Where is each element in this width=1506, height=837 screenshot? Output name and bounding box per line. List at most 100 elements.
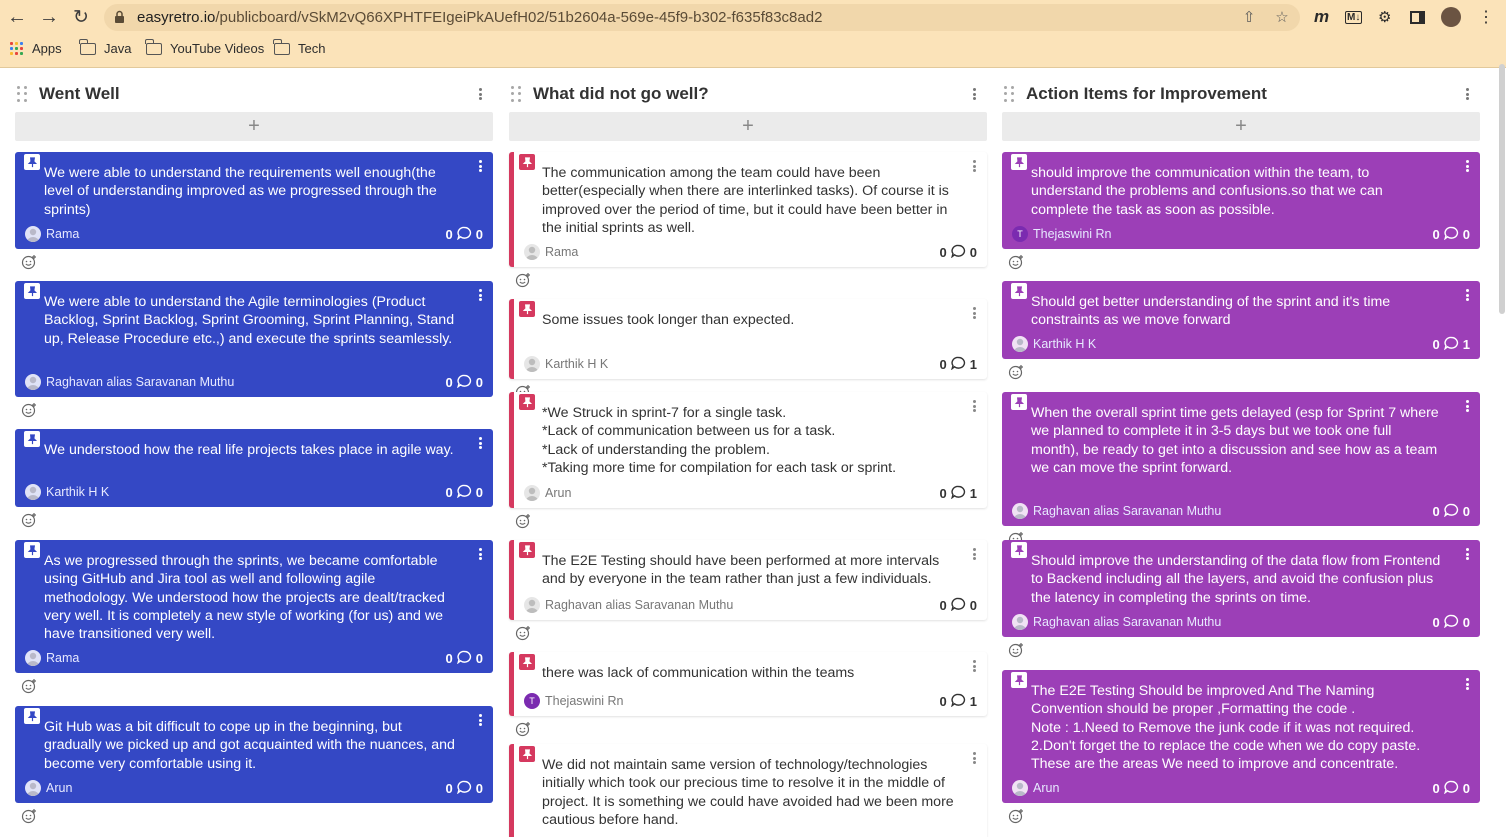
vote-count[interactable]: 0 bbox=[1433, 781, 1440, 796]
comment-bubble-icon[interactable] bbox=[950, 356, 966, 373]
pin-icon[interactable] bbox=[24, 431, 40, 447]
drag-handle-icon[interactable] bbox=[511, 86, 523, 102]
card-menu-icon[interactable] bbox=[969, 305, 979, 321]
card-menu-icon[interactable] bbox=[475, 287, 485, 303]
add-reaction-icon[interactable] bbox=[1008, 364, 1024, 380]
pin-icon[interactable] bbox=[24, 154, 40, 170]
add-reaction-icon[interactable] bbox=[1008, 254, 1024, 270]
vote-count[interactable]: 0 bbox=[940, 245, 947, 260]
drag-handle-icon[interactable] bbox=[17, 86, 29, 102]
comment-bubble-icon[interactable] bbox=[1443, 503, 1459, 520]
vote-count[interactable]: 0 bbox=[446, 485, 453, 500]
vote-count[interactable]: 0 bbox=[446, 651, 453, 666]
vote-count[interactable]: 0 bbox=[940, 598, 947, 613]
add-reaction-icon[interactable] bbox=[515, 272, 531, 288]
bookmark-youtube-videos[interactable]: YouTube Videos bbox=[145, 38, 264, 56]
pin-icon[interactable] bbox=[24, 542, 40, 558]
pin-icon[interactable] bbox=[519, 154, 535, 170]
comment-bubble-icon[interactable] bbox=[456, 226, 472, 243]
pin-icon[interactable] bbox=[1011, 283, 1027, 299]
card-menu-icon[interactable] bbox=[475, 546, 485, 562]
pin-icon[interactable] bbox=[519, 301, 535, 317]
card[interactable]: Git Hub was a bit difficult to cope up i… bbox=[15, 706, 493, 803]
browser-menu-icon[interactable]: ⋮ bbox=[1478, 7, 1494, 27]
pin-icon[interactable] bbox=[519, 542, 535, 558]
pin-icon[interactable] bbox=[24, 708, 40, 724]
vote-count[interactable]: 0 bbox=[1433, 227, 1440, 242]
card[interactable]: We understood how the real life projects… bbox=[15, 429, 493, 507]
add-reaction-icon[interactable] bbox=[21, 808, 37, 824]
add-reaction-icon[interactable] bbox=[515, 625, 531, 641]
comment-bubble-icon[interactable] bbox=[456, 650, 472, 667]
add-reaction-icon[interactable] bbox=[1008, 642, 1024, 658]
comment-bubble-icon[interactable] bbox=[950, 693, 966, 710]
vote-count[interactable]: 0 bbox=[940, 357, 947, 372]
card[interactable]: Should improve the understanding of the … bbox=[1002, 540, 1480, 637]
profile-avatar[interactable] bbox=[1441, 7, 1461, 27]
card[interactable]: should improve the communication within … bbox=[1002, 152, 1480, 249]
vote-count[interactable]: 0 bbox=[940, 486, 947, 501]
card[interactable]: We did not maintain same version of tech… bbox=[509, 744, 987, 837]
add-reaction-icon[interactable] bbox=[21, 402, 37, 418]
comment-bubble-icon[interactable] bbox=[1443, 780, 1459, 797]
card[interactable]: The E2E Testing should have been perform… bbox=[509, 540, 987, 620]
add-card-button[interactable]: + bbox=[15, 112, 493, 141]
add-card-button[interactable]: + bbox=[1002, 112, 1480, 141]
comment-bubble-icon[interactable] bbox=[456, 780, 472, 797]
vote-count[interactable]: 0 bbox=[1433, 504, 1440, 519]
add-reaction-icon[interactable] bbox=[21, 678, 37, 694]
vote-count[interactable]: 0 bbox=[446, 227, 453, 242]
vote-count[interactable]: 0 bbox=[446, 781, 453, 796]
card-menu-icon[interactable] bbox=[1462, 287, 1472, 303]
comment-bubble-icon[interactable] bbox=[456, 374, 472, 391]
comment-bubble-icon[interactable] bbox=[950, 485, 966, 502]
share-icon[interactable]: ⇧ bbox=[1240, 9, 1258, 27]
vote-count[interactable]: 0 bbox=[446, 375, 453, 390]
card[interactable]: When the overall sprint time gets delaye… bbox=[1002, 392, 1480, 526]
vote-count[interactable]: 0 bbox=[1433, 615, 1440, 630]
bookmark-apps[interactable]: Apps bbox=[10, 41, 62, 56]
star-icon[interactable]: ☆ bbox=[1273, 9, 1291, 27]
card-menu-icon[interactable] bbox=[969, 158, 979, 174]
card[interactable]: As we progressed through the sprints, we… bbox=[15, 540, 493, 673]
drag-handle-icon[interactable] bbox=[1004, 86, 1016, 102]
card-menu-icon[interactable] bbox=[969, 546, 979, 562]
card[interactable]: The communication among the team could h… bbox=[509, 152, 987, 267]
pin-icon[interactable] bbox=[1011, 672, 1027, 688]
pin-icon[interactable] bbox=[1011, 542, 1027, 558]
forward-icon[interactable]: → bbox=[38, 6, 60, 28]
pin-icon[interactable] bbox=[1011, 394, 1027, 410]
card[interactable]: *We Struck in sprint-7 for a single task… bbox=[509, 392, 987, 508]
column-menu-icon[interactable] bbox=[475, 86, 485, 102]
card[interactable]: The E2E Testing Should be improved And T… bbox=[1002, 670, 1480, 803]
comment-bubble-icon[interactable] bbox=[950, 244, 966, 261]
card-menu-icon[interactable] bbox=[475, 435, 485, 451]
add-reaction-icon[interactable] bbox=[515, 513, 531, 529]
card-menu-icon[interactable] bbox=[1462, 676, 1472, 692]
extension-m-icon[interactable]: m bbox=[1314, 7, 1329, 27]
comment-bubble-icon[interactable] bbox=[1443, 226, 1459, 243]
card-menu-icon[interactable] bbox=[969, 750, 979, 766]
pin-icon[interactable] bbox=[519, 394, 535, 410]
comment-bubble-icon[interactable] bbox=[1443, 336, 1459, 353]
comment-bubble-icon[interactable] bbox=[950, 597, 966, 614]
add-reaction-icon[interactable] bbox=[515, 721, 531, 737]
vote-count[interactable]: 0 bbox=[1433, 337, 1440, 352]
puzzle-icon[interactable]: ⚙ bbox=[1378, 7, 1391, 27]
comment-bubble-icon[interactable] bbox=[1443, 614, 1459, 631]
add-reaction-icon[interactable] bbox=[1008, 808, 1024, 824]
column-menu-icon[interactable] bbox=[1462, 86, 1472, 102]
reload-icon[interactable]: ↻ bbox=[70, 6, 92, 28]
card[interactable]: Some issues took longer than expected. Ka… bbox=[509, 299, 987, 379]
card-menu-icon[interactable] bbox=[1462, 158, 1472, 174]
bookmark-java[interactable]: Java bbox=[79, 38, 131, 56]
scrollbar[interactable] bbox=[1499, 64, 1505, 314]
card[interactable]: Should get better understanding of the s… bbox=[1002, 281, 1480, 359]
vote-count[interactable]: 0 bbox=[940, 694, 947, 709]
card-menu-icon[interactable] bbox=[1462, 398, 1472, 414]
card[interactable]: We were able to understand the Agile ter… bbox=[15, 281, 493, 397]
column-menu-icon[interactable] bbox=[969, 86, 979, 102]
comment-bubble-icon[interactable] bbox=[456, 484, 472, 501]
card[interactable]: We were able to understand the requireme… bbox=[15, 152, 493, 249]
pin-icon[interactable] bbox=[519, 746, 535, 762]
